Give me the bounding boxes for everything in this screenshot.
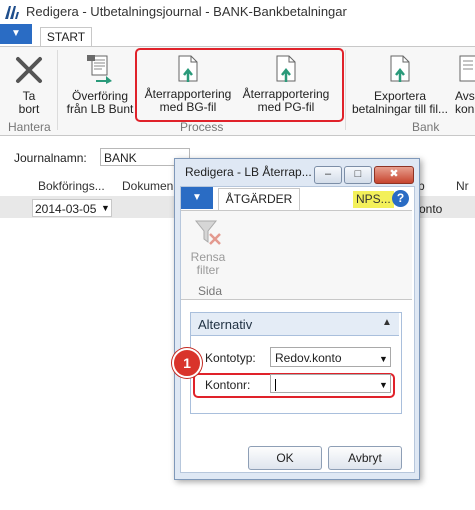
- nps-badge[interactable]: NPS...: [353, 191, 394, 208]
- account-type-label: Kontotyp:: [205, 351, 256, 365]
- tab-start[interactable]: START: [40, 27, 92, 47]
- minimize-button[interactable]: –: [314, 166, 342, 184]
- ribbon-separator: [345, 50, 346, 130]
- group-label-hantera: Hantera: [8, 120, 51, 134]
- delete-x-icon: [16, 57, 42, 83]
- export-payments-button[interactable]: Exportera betalningar till fil...: [348, 52, 452, 118]
- avs-label-2: kon: [455, 102, 475, 116]
- delete-button[interactable]: Ta bort: [6, 52, 52, 118]
- report-back-bg-file-button[interactable]: Återrapportering med BG-fil: [138, 52, 238, 114]
- tab-atgarder[interactable]: ÅTGÄRDER: [218, 188, 300, 210]
- row-cell-text: onto: [419, 202, 443, 216]
- ok-button[interactable]: OK: [248, 446, 322, 470]
- delete-button-label-2: bort: [18, 102, 40, 116]
- app-logo-icon: [5, 6, 19, 19]
- journal-name-label: Journalnamn:: [14, 151, 87, 165]
- clear-filter-icon: [194, 220, 221, 245]
- report-pg-label-2: med PG-fil: [257, 100, 315, 114]
- group-label-sida: Sida: [198, 284, 223, 298]
- document-arrow-up-icon: [276, 55, 296, 82]
- document-arrow-up-icon: [390, 55, 410, 82]
- text-cursor: [275, 378, 276, 391]
- report-bg-label-2: med BG-fil: [159, 100, 217, 114]
- close-button[interactable]: ✖: [374, 166, 414, 184]
- cancel-button[interactable]: Avbryt: [328, 446, 402, 470]
- column-header-dokument[interactable]: Dokumen: [122, 179, 173, 193]
- transfer-document-icon: [87, 55, 112, 84]
- posting-date-field[interactable]: 2014-03-05: [32, 199, 112, 217]
- account-type-select[interactable]: Redov.konto: [270, 347, 391, 367]
- ribbon-separator: [57, 50, 58, 130]
- options-fasttab-title: Alternativ: [198, 317, 253, 332]
- main-window-title: Redigera - Utbetalningsjournal - BANK-Ba…: [26, 4, 347, 19]
- column-header-bokforing[interactable]: Bokförings...: [38, 179, 105, 193]
- transfer-from-lb-bunt-button[interactable]: Överföring från LB Bunt: [62, 52, 138, 118]
- chevron-down-icon[interactable]: ▼: [379, 354, 388, 364]
- account-number-label: Kontonr:: [205, 378, 251, 392]
- group-label-bank: Bank: [412, 120, 440, 134]
- collapse-caret-icon[interactable]: ▲: [382, 317, 392, 328]
- account-number-select[interactable]: [270, 374, 391, 393]
- chevron-down-icon[interactable]: ▼: [101, 203, 110, 213]
- help-icon[interactable]: ?: [392, 190, 409, 207]
- posting-date-value: 2014-03-05: [35, 202, 97, 216]
- report-back-pg-file-button[interactable]: Återrapportering med PG-fil: [236, 52, 336, 114]
- restore-button[interactable]: □: [344, 166, 372, 184]
- dialog-title: Redigera - LB Återrap...: [185, 165, 312, 179]
- export-label-2: betalningar till fil...: [351, 102, 449, 116]
- column-header-nr[interactable]: Nr: [456, 179, 469, 193]
- clear-filter-label-2: filter: [196, 263, 220, 277]
- callout-marker: 1: [172, 348, 202, 378]
- document-arrow-up-icon: [178, 55, 198, 82]
- list-document-icon: [459, 55, 475, 82]
- clear-filter-label: Rensa filter: [186, 251, 230, 277]
- dialog-menu-button[interactable]: ▼: [181, 187, 213, 209]
- group-label-process: Process: [180, 120, 224, 134]
- transfer-button-label-2: från LB Bunt: [66, 102, 134, 116]
- avs-button[interactable]: Avs kon: [455, 52, 475, 118]
- app-menu-button[interactable]: ▼: [0, 24, 32, 44]
- chevron-down-icon[interactable]: ▼: [379, 380, 388, 390]
- account-type-value: Redov.konto: [275, 351, 342, 365]
